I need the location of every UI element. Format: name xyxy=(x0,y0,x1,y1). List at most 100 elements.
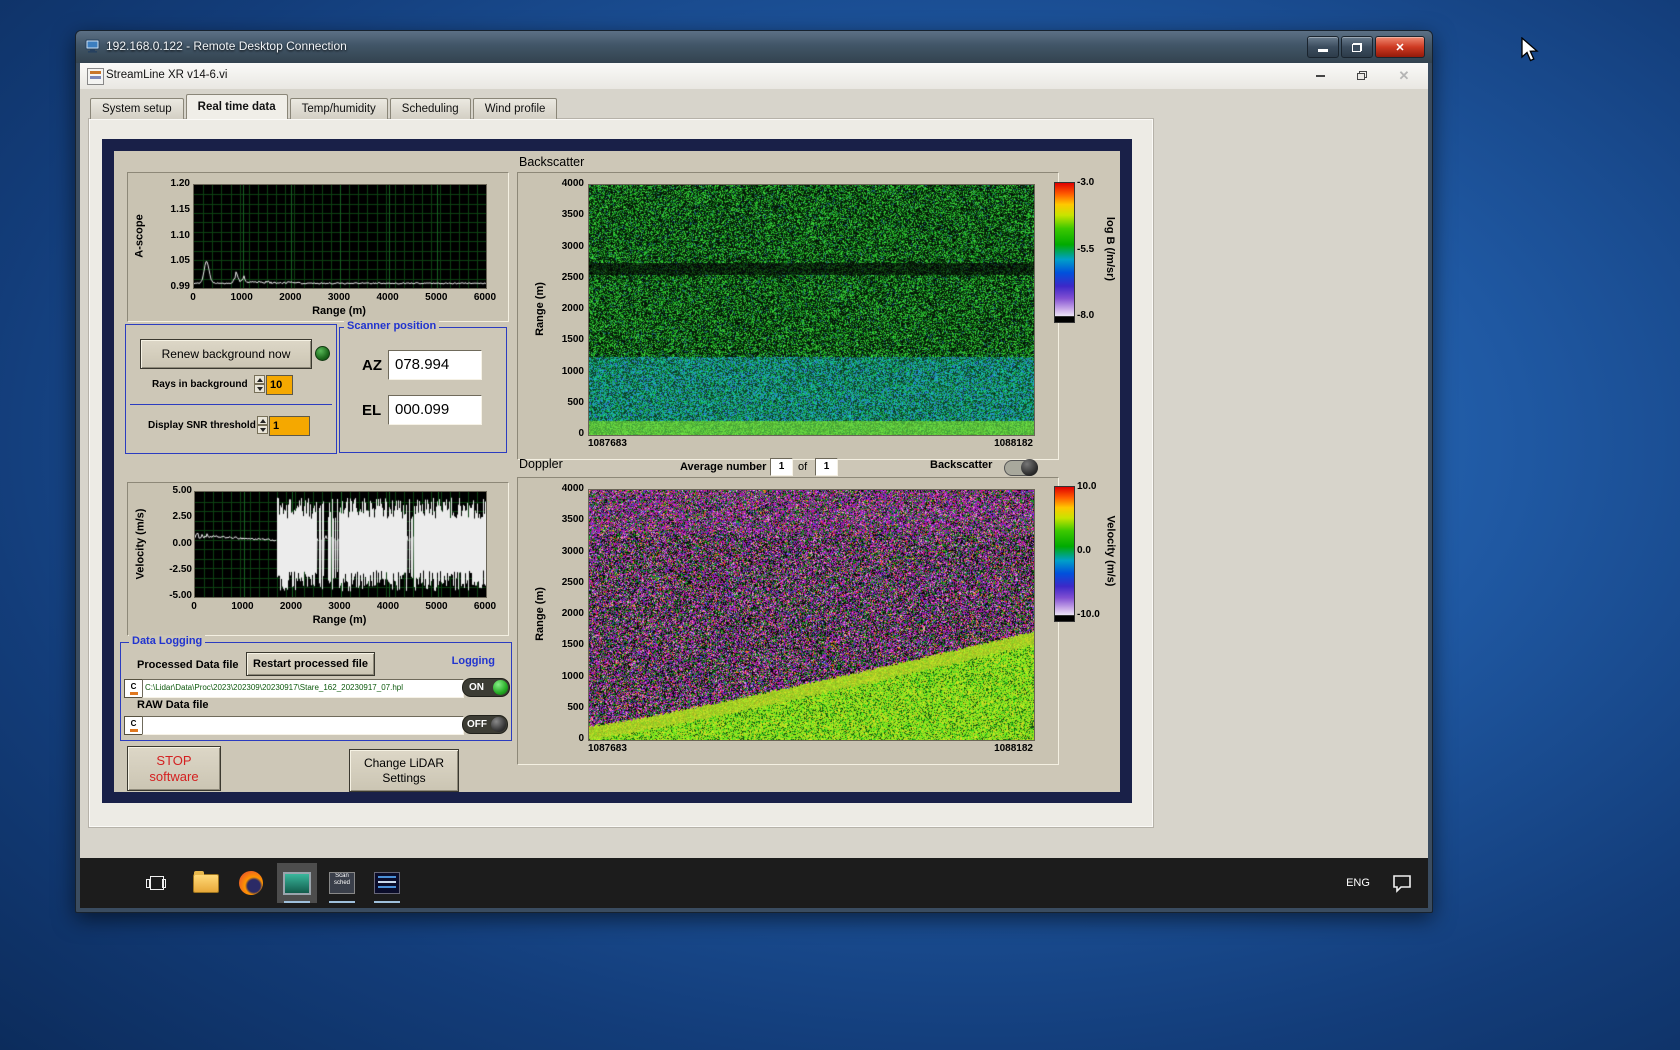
tick-label: 0 xyxy=(190,292,196,303)
file-explorer-button[interactable] xyxy=(186,863,226,903)
tick-label: 1000 xyxy=(561,670,584,682)
tick-label: 3500 xyxy=(561,514,584,526)
tick-label: 2000 xyxy=(279,292,302,303)
tick-label: 2000 xyxy=(561,608,584,619)
data-logging-box: Data Logging Processed Data file Restart… xyxy=(120,635,512,741)
app-minimize-button[interactable] xyxy=(1306,66,1334,85)
tick-label: 4000 xyxy=(561,483,584,494)
stop-software-button[interactable]: STOP software xyxy=(127,746,221,791)
tick-label: 4000 xyxy=(376,292,399,303)
blue-app-icon xyxy=(374,872,400,894)
app-window-taskbar-button[interactable] xyxy=(367,863,407,903)
tick-label: 3000 xyxy=(561,240,584,252)
toggle-knob xyxy=(1021,459,1038,476)
data-logging-title: Data Logging xyxy=(129,635,206,647)
tab-system-setup[interactable]: System setup xyxy=(90,98,184,119)
tab-temp-humidity[interactable]: Temp/humidity xyxy=(289,98,388,119)
backscatter-toggle-label: Backscatter xyxy=(930,459,993,471)
raw-path-field[interactable] xyxy=(142,716,464,735)
scan-sched-icon: Scan sched xyxy=(329,872,355,894)
backscatter-colorbar-cap xyxy=(1054,316,1075,323)
ascope-y-axis-label: A-scope xyxy=(134,213,146,258)
tab-wind-profile[interactable]: Wind profile xyxy=(472,98,558,119)
folder-icon xyxy=(193,870,219,893)
change-lidar-settings-button[interactable]: Change LiDAR Settings xyxy=(349,749,459,792)
velocity-y-ticks: 5.00 2.50 0.00 -2.50 -5.00 xyxy=(150,485,192,601)
ascope-y-ticks: 1.20 1.15 1.10 1.05 0.99 xyxy=(150,178,190,292)
restart-processed-file-button[interactable]: Restart processed file xyxy=(246,652,375,676)
mouse-cursor xyxy=(1521,37,1539,62)
doppler-chart: Range (m) 4000 3500 3000 2500 2000 1500 … xyxy=(517,477,1059,765)
backscatter-plot-canvas xyxy=(589,185,1034,435)
velocity-chart: Velocity (m/s) 5.00 2.50 0.00 -2.50 -5.0… xyxy=(127,482,509,636)
notification-button[interactable] xyxy=(1384,863,1420,903)
rdp-restore-button[interactable] xyxy=(1341,36,1373,58)
logging-on-switch[interactable]: ON xyxy=(462,678,510,697)
ascope-plot-canvas xyxy=(194,185,486,288)
desktop: 192.168.0.122 - Remote Desktop Connectio… xyxy=(0,0,1680,1050)
doppler-title: Doppler xyxy=(519,457,563,471)
tick-label: 4000 xyxy=(561,178,584,189)
app-vi-icon xyxy=(87,68,104,85)
snr-value-field[interactable]: 1 xyxy=(269,416,310,436)
tick-label: 1000 xyxy=(561,365,584,377)
remote-desktop-taskbar-button[interactable] xyxy=(277,863,317,903)
doppler-colorbar-cap xyxy=(1054,615,1075,622)
average-number-label: Average number xyxy=(680,461,767,473)
processed-drive-button[interactable]: C xyxy=(124,679,143,698)
task-view-button[interactable] xyxy=(136,863,176,903)
snr-spinner[interactable] xyxy=(257,416,268,434)
rdp-close-button[interactable]: ✕ xyxy=(1375,36,1425,58)
tick-label: 0 xyxy=(578,733,584,744)
tick-label: 2500 xyxy=(561,271,584,283)
rdp-titlebar[interactable]: 192.168.0.122 - Remote Desktop Connectio… xyxy=(76,31,1432,63)
firefox-icon xyxy=(239,871,263,895)
doppler-x-ticks: 1087683 1088182 xyxy=(588,743,1033,754)
app-titlebar[interactable]: StreamLine XR v14-6.vi ✕ xyxy=(80,63,1428,90)
language-indicator[interactable]: ENG xyxy=(1340,863,1376,903)
el-value-field[interactable]: 000.099 xyxy=(388,395,482,425)
logging-off-switch[interactable]: OFF xyxy=(462,715,508,734)
backscatter-toggle[interactable] xyxy=(1004,459,1038,476)
tick-label: 2000 xyxy=(561,303,584,314)
tab-page: A-scope 1.20 1.15 1.10 1.05 0.99 0 1000 … xyxy=(89,119,1153,827)
task-view-icon xyxy=(146,875,166,891)
backscatter-colorbar xyxy=(1054,182,1075,318)
remote-desktop: StreamLine XR v14-6.vi ✕ System setup Re… xyxy=(80,63,1428,908)
app-restore-button[interactable] xyxy=(1348,66,1376,85)
tick-label: 1.15 xyxy=(170,203,190,215)
average-of-field[interactable]: 1 xyxy=(815,458,838,476)
tick-label: 1.20 xyxy=(170,178,190,189)
renew-background-button[interactable]: Renew background now xyxy=(140,339,312,369)
rdp-minimize-button[interactable] xyxy=(1307,36,1339,58)
tick-label: 0.99 xyxy=(170,281,190,292)
tick-label: 1087683 xyxy=(588,743,627,754)
app-close-button[interactable]: ✕ xyxy=(1390,66,1418,85)
velocity-plot-canvas xyxy=(195,492,486,597)
raw-drive-button[interactable]: C xyxy=(124,716,143,735)
tick-label: -5.00 xyxy=(169,590,192,601)
velocity-y-axis-label: Velocity (m/s) xyxy=(134,508,147,579)
on-knob xyxy=(493,680,508,695)
average-number-field[interactable]: 1 xyxy=(770,458,793,476)
scanner-position-title: Scanner position xyxy=(344,320,440,332)
firefox-button[interactable] xyxy=(231,863,271,903)
tab-scheduling[interactable]: Scheduling xyxy=(389,98,471,119)
controls-divider xyxy=(130,404,332,405)
scan-sched-taskbar-button[interactable]: Scan sched xyxy=(322,863,362,903)
backscatter-title: Backscatter xyxy=(519,155,585,169)
tick-label: 1000 xyxy=(230,292,253,303)
tick-label: 1088182 xyxy=(994,743,1033,754)
rays-spinner[interactable] xyxy=(254,375,265,393)
doppler-plot-area xyxy=(588,489,1035,741)
rays-value-field[interactable]: 10 xyxy=(266,375,293,395)
tick-label: 500 xyxy=(567,396,584,408)
tick-label: 500 xyxy=(567,701,584,713)
az-label: AZ xyxy=(362,357,382,374)
processed-path-field[interactable]: C:\Lidar\Data\Proc\2023\202309\20230917\… xyxy=(142,679,464,698)
tick-label: 4000 xyxy=(376,601,400,612)
doppler-colorbar xyxy=(1054,486,1075,617)
ascope-x-axis-label: Range (m) xyxy=(312,305,366,317)
tab-real-time-data[interactable]: Real time data xyxy=(185,94,288,119)
az-value-field[interactable]: 078.994 xyxy=(388,350,482,380)
